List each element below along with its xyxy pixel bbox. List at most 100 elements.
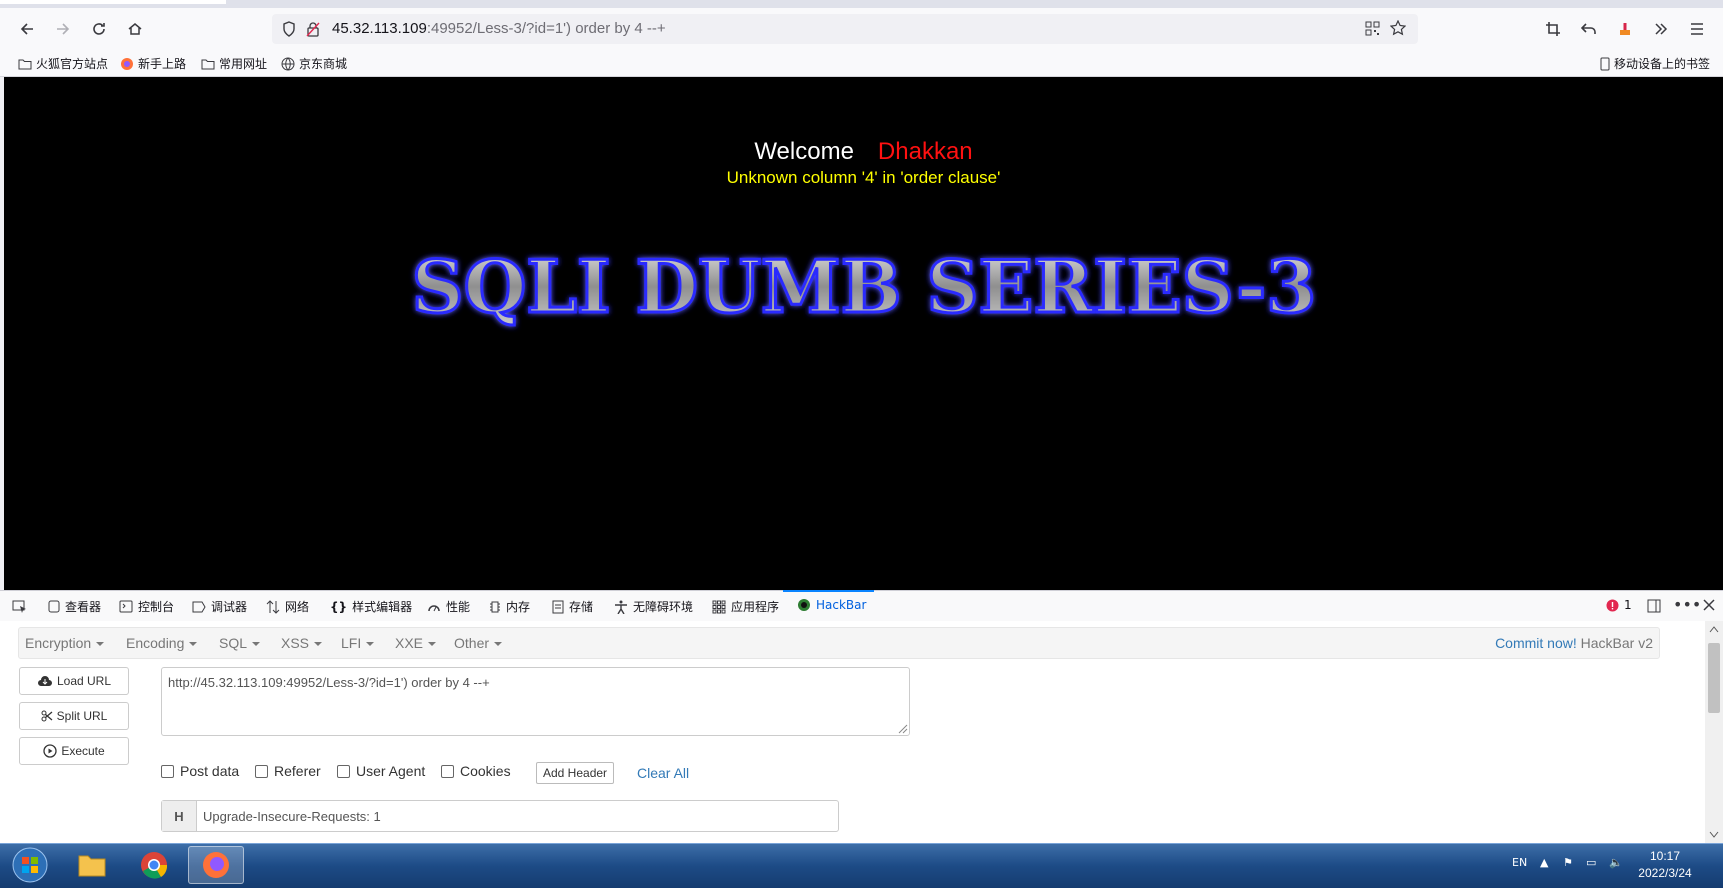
header-tag[interactable]: H	[162, 801, 197, 831]
folder-icon	[18, 59, 32, 69]
star-bookmark-icon[interactable]	[1389, 19, 1407, 40]
windows-taskbar: EN ▲ ⚑ ▭ 🔈 10:17 2022/3/24	[0, 843, 1723, 888]
tab-style-editor[interactable]: {} 样式编辑器	[330, 598, 412, 615]
split-url-button[interactable]: Split URL	[19, 702, 129, 730]
network-icon	[266, 599, 280, 614]
menu-lfi[interactable]: LFI	[341, 635, 375, 651]
address-bar[interactable]: 45.32.113.109:49952/Less-3/?id=1') order…	[272, 14, 1418, 44]
menu-sql[interactable]: SQL	[219, 635, 261, 651]
storage-icon	[552, 600, 564, 613]
menu-other[interactable]: Other	[454, 635, 503, 651]
dock-side-icon[interactable]	[1647, 598, 1661, 617]
hackbar-panel: Encryption Encoding SQL XSS LFI XXE Othe…	[0, 621, 1723, 843]
tab-inspector[interactable]: 查看器	[48, 598, 101, 615]
tab-storage[interactable]: 存储	[552, 598, 593, 615]
tab-hackbar[interactable]: HackBar	[782, 590, 875, 612]
taskbar-explorer[interactable]	[64, 846, 120, 884]
forward-icon[interactable]	[48, 16, 78, 42]
language-indicator[interactable]: EN	[1512, 856, 1527, 869]
mobile-bookmarks[interactable]: 移动设备上的书签	[1600, 55, 1710, 72]
page-content: Welcome Dhakkan Unknown column '4' in 'or…	[4, 77, 1723, 590]
url-textarea[interactable]: http://45.32.113.109:49952/Less-3/?id=1'…	[161, 667, 910, 736]
menu-xxe[interactable]: XXE	[395, 635, 437, 651]
resize-grip-icon[interactable]	[898, 724, 908, 734]
braces-icon: {}	[330, 599, 348, 614]
tab-application[interactable]: 应用程序	[712, 598, 779, 615]
hackbar-logo-icon	[798, 599, 810, 611]
cloud-download-icon	[37, 676, 52, 686]
url-text[interactable]: 45.32.113.109:49952/Less-3/?id=1') order…	[332, 20, 666, 37]
screenshot-crop-icon[interactable]	[1538, 16, 1568, 42]
sql-error-message: Unknown column '4' in 'order clause'	[726, 168, 1001, 187]
accessibility-icon	[615, 600, 627, 614]
bookmark-item[interactable]: 常用网址	[201, 55, 267, 72]
more-options-icon[interactable]: •••	[1673, 595, 1701, 614]
menu-xss[interactable]: XSS	[281, 635, 323, 651]
tab-debugger[interactable]: 调试器	[192, 598, 247, 615]
network-tray-icon[interactable]: ▭	[1586, 856, 1596, 869]
system-clock[interactable]: 10:17 2022/3/24	[1630, 848, 1700, 882]
caret-down-icon	[96, 642, 105, 647]
show-hidden-icons-icon[interactable]: ▲	[1540, 856, 1548, 869]
tab-network[interactable]: 网络	[266, 598, 309, 615]
reload-icon[interactable]	[84, 16, 114, 42]
caret-down-icon	[314, 642, 323, 647]
devtools-toolbar: 查看器 控制台 调试器 网络 {} 样式编辑器 性能 内存 存储 无障碍环境 应…	[0, 590, 1723, 622]
post-data-checkbox[interactable]: Post data	[161, 763, 239, 779]
undo-icon[interactable]	[1574, 16, 1604, 42]
user-agent-checkbox[interactable]: User Agent	[337, 763, 425, 779]
grid-icon	[712, 600, 726, 613]
tab-memory[interactable]: 内存	[489, 598, 530, 615]
load-url-button[interactable]: Load URL	[19, 667, 129, 695]
scrollbar-thumb[interactable]	[1708, 643, 1720, 713]
error-count-badge[interactable]: 1	[1606, 598, 1632, 612]
tab-performance[interactable]: 性能	[427, 598, 470, 615]
menu-encryption[interactable]: Encryption	[25, 635, 105, 651]
header-entry: H Upgrade-Insecure-Requests: 1	[161, 800, 839, 832]
qr-code-icon[interactable]	[1365, 21, 1380, 40]
back-icon[interactable]	[12, 16, 42, 42]
home-icon[interactable]	[120, 16, 150, 42]
firefox-icon	[203, 852, 229, 878]
play-circle-icon	[43, 744, 57, 758]
more-tools-icon[interactable]	[1646, 16, 1676, 42]
referer-checkbox[interactable]: Referer	[255, 763, 321, 779]
menu-hamburger-icon[interactable]	[1682, 16, 1712, 42]
scroll-up-icon[interactable]	[1709, 625, 1719, 633]
folder-icon	[78, 855, 106, 877]
element-picker-icon[interactable]	[12, 599, 28, 618]
add-header-button[interactable]: Add Header	[536, 762, 615, 784]
bookmarks-toolbar: 火狐官方站点 新手上路 常用网址 京东商城 移动设备上的书签	[0, 50, 1723, 77]
clear-all-link[interactable]: Clear All	[637, 765, 689, 781]
cookies-checkbox[interactable]: Cookies	[441, 763, 511, 779]
tab-accessibility[interactable]: 无障碍环境	[614, 598, 693, 615]
inspector-icon	[48, 600, 60, 613]
menu-encoding[interactable]: Encoding	[126, 635, 198, 651]
hackbar-menu: Encryption Encoding SQL XSS LFI XXE Othe…	[18, 627, 1660, 659]
caret-down-icon	[252, 642, 261, 647]
vertical-scrollbar[interactable]	[1705, 621, 1723, 843]
bookmark-item[interactable]: 京东商城	[281, 55, 347, 72]
header-value-input[interactable]: Upgrade-Insecure-Requests: 1	[197, 801, 381, 831]
action-center-flag-icon[interactable]: ⚑	[1563, 856, 1573, 869]
commit-now-link[interactable]: Commit now!	[1495, 635, 1577, 651]
mobile-icon	[1600, 57, 1610, 70]
gauge-icon	[428, 604, 440, 611]
volume-icon[interactable]: 🔈	[1609, 856, 1623, 869]
taskbar-firefox[interactable]	[188, 846, 244, 884]
bookmark-item[interactable]: 火狐官方站点	[18, 55, 108, 72]
nav-toolbar: 45.32.113.109:49952/Less-3/?id=1') order…	[0, 8, 1723, 50]
taskbar-chrome[interactable]	[126, 846, 182, 884]
welcome-line: Welcome Dhakkan	[754, 138, 973, 165]
scroll-down-icon[interactable]	[1709, 831, 1719, 839]
shield-icon[interactable]	[282, 21, 296, 41]
bookmark-item[interactable]: 新手上路	[120, 55, 186, 72]
close-icon[interactable]	[1702, 597, 1716, 616]
extension-icon[interactable]	[1610, 16, 1640, 42]
execute-button[interactable]: Execute	[19, 737, 129, 765]
tab-console[interactable]: 控制台	[119, 598, 174, 615]
start-button[interactable]	[2, 846, 58, 884]
active-tab[interactable]	[0, 0, 226, 4]
insecure-lock-icon[interactable]	[306, 21, 320, 41]
caret-down-icon	[428, 642, 437, 647]
